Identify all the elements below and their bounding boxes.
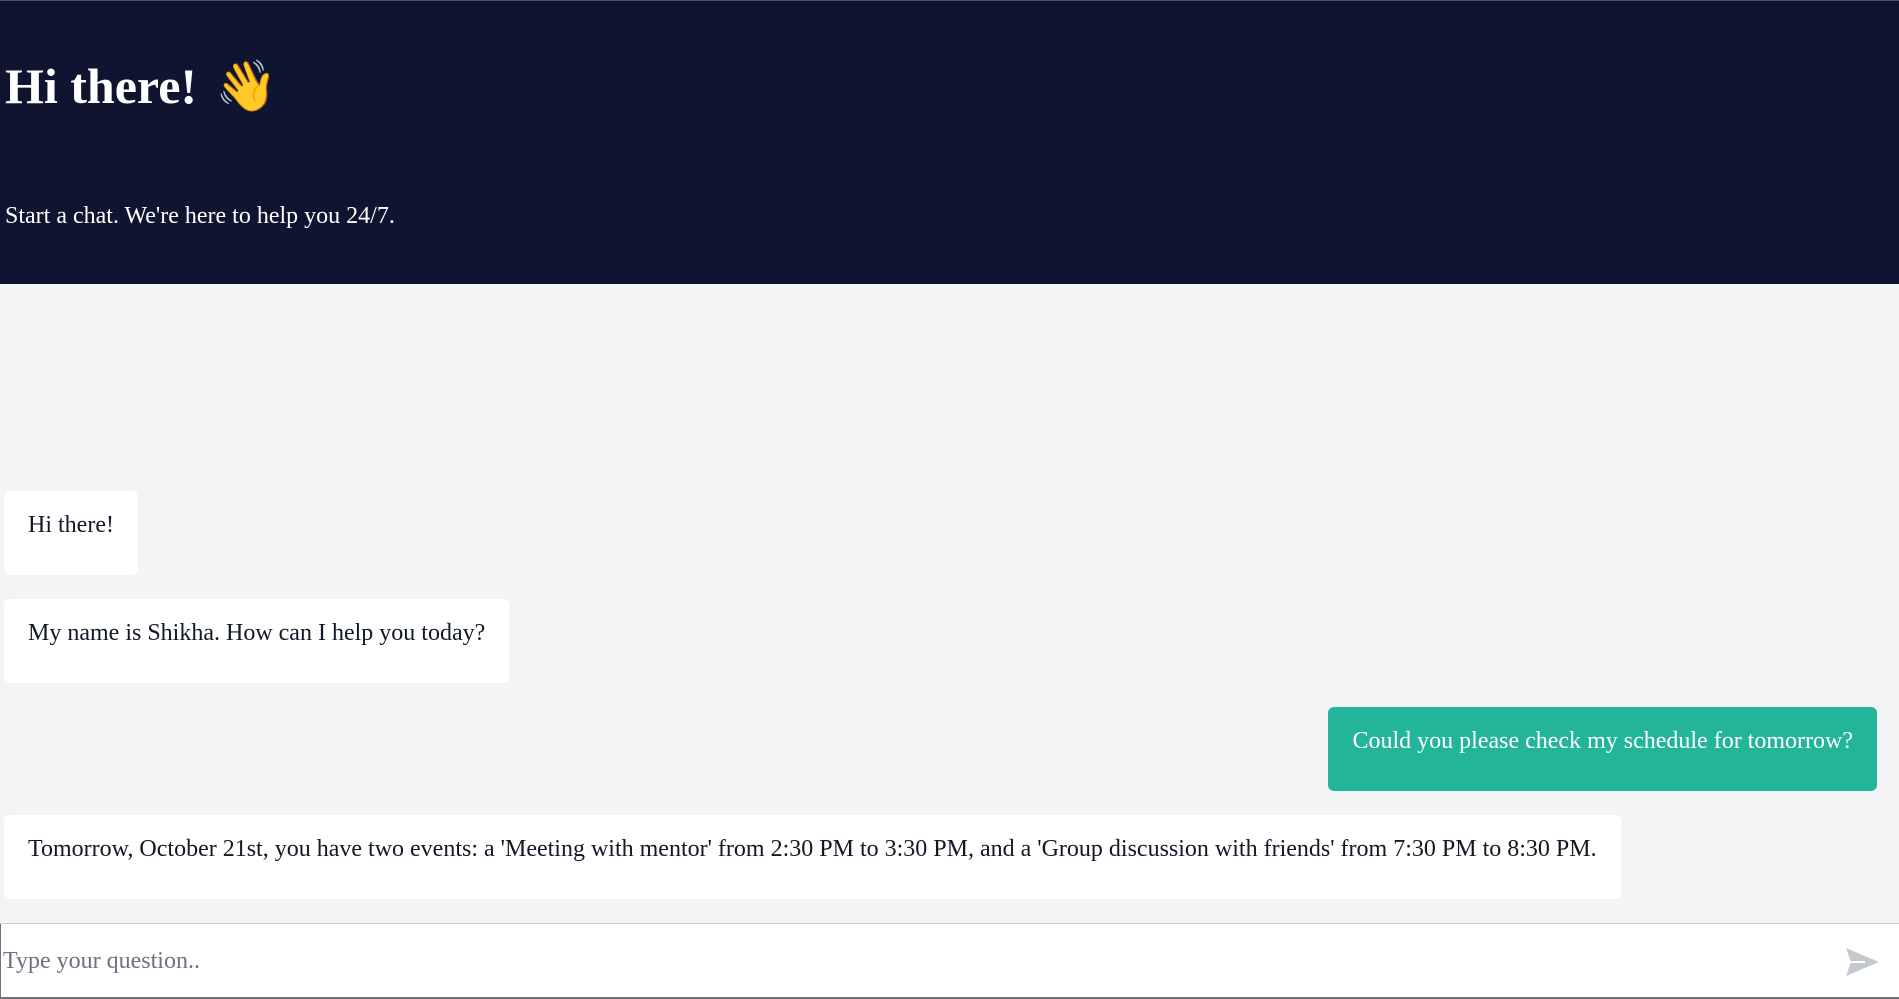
question-input[interactable] <box>0 924 1820 998</box>
user-message: Could you please check my schedule for t… <box>1328 707 1877 791</box>
waving-hand-icon: 👋 <box>215 57 278 115</box>
message-list: Hi there! My name is Shikha. How can I h… <box>0 284 1899 923</box>
message-composer <box>0 923 1899 999</box>
title-text: Hi there! <box>5 58 198 114</box>
header-subtitle: Start a chat. We're here to help you 24/… <box>5 203 395 229</box>
bot-message: Tomorrow, October 21st, you have two eve… <box>4 815 1621 899</box>
bot-message: My name is Shikha. How can I help you to… <box>4 599 510 683</box>
chat-header: Hi there! 👋 Start a chat. We're here to h… <box>0 0 1899 284</box>
send-icon[interactable] <box>1845 946 1881 978</box>
bot-message: Hi there! <box>4 491 138 575</box>
page-title: Hi there! 👋 <box>5 51 277 121</box>
